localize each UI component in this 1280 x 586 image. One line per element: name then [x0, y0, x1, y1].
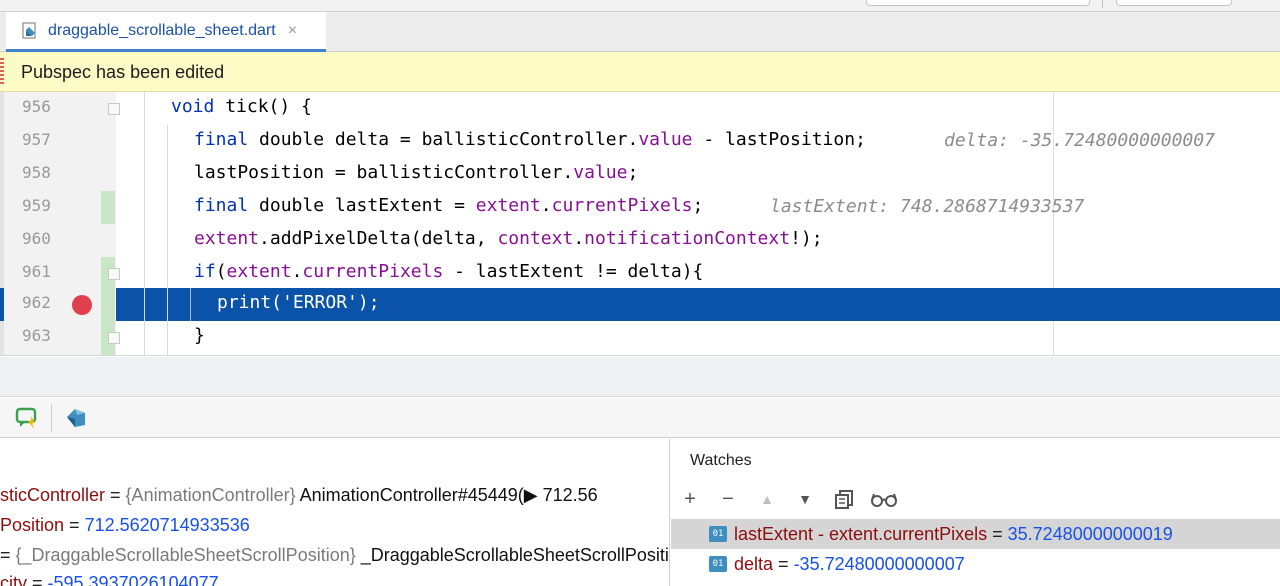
variable-row[interactable]: = {_DraggableScrollableSheetScrollPositi…	[0, 545, 670, 575]
code-text: lastPosition = ballisticController.value…	[194, 162, 639, 183]
code-line-957[interactable]: 957 final double delta = ballisticContro…	[0, 125, 1280, 158]
code-text: final double lastExtent = extent.current…	[194, 195, 704, 216]
code-line-962-current-execution[interactable]: 962 print('ERROR');	[0, 288, 1280, 321]
hot-reload-icon[interactable]	[14, 406, 40, 430]
dart-devtools-icon[interactable]	[63, 405, 89, 431]
code-text: print('ERROR');	[217, 292, 380, 313]
watches-panel[interactable]: Watches + − ▲ ▼ 01 lastExtent - extent.c…	[671, 439, 1280, 586]
code-line-961[interactable]: 961 if(extent.currentPixels - lastExtent…	[0, 257, 1280, 290]
code-line-959[interactable]: 959 final double lastExtent = extent.cur…	[0, 191, 1280, 224]
variable-value: AnimationController#45449(▶ 712.56	[295, 485, 598, 505]
code-line-958[interactable]: 958 lastPosition = ballisticController.v…	[0, 158, 1280, 191]
banner-edge	[0, 58, 4, 86]
variable-value: -595.3937026104077	[47, 573, 219, 586]
indent-guide	[144, 92, 145, 355]
move-down-icon[interactable]: ▼	[793, 487, 817, 511]
variable-equals: =	[105, 485, 126, 505]
line-number: 960	[22, 229, 51, 248]
line-number: 961	[22, 262, 51, 281]
fold-marker-icon[interactable]	[108, 103, 120, 115]
remove-watch-icon[interactable]: −	[716, 487, 740, 511]
run-config-selector[interactable]	[866, 0, 1090, 6]
glasses-icon[interactable]	[870, 487, 898, 511]
dart-file-icon	[22, 21, 36, 39]
tab-draggable-scrollable-sheet[interactable]: draggable_scrollable_sheet.dart ×	[6, 12, 326, 52]
code-line-963[interactable]: 963 }	[0, 321, 1280, 354]
banner-text: Pubspec has been edited	[21, 62, 225, 82]
code-text: void tick() {	[171, 96, 312, 117]
inline-debug-value: lastExtent: 748.2868714933537	[770, 196, 1085, 217]
variable-value: _DraggableScrollableSheetScrollPosition	[355, 545, 670, 565]
copy-icon[interactable]	[832, 487, 856, 511]
toolbar-separator	[1102, 0, 1103, 8]
variable-name: sticController	[0, 485, 106, 505]
vcs-change-marker[interactable]	[101, 191, 115, 224]
watch-type-badge-icon: 01	[709, 556, 727, 572]
variable-value: 712.5620714933536	[84, 515, 250, 535]
line-number: 962	[22, 293, 51, 312]
move-up-icon[interactable]: ▲	[755, 487, 779, 511]
panel-divider-band	[0, 357, 1280, 397]
pubspec-notification-banner: Pubspec has been edited	[0, 52, 1280, 92]
variables-panel[interactable]: sticController = {AnimationController} A…	[0, 439, 670, 586]
device-selector[interactable]	[1116, 0, 1232, 6]
line-number: 958	[22, 163, 51, 182]
variable-equals: =	[27, 573, 48, 586]
variable-row[interactable]: city = -595.3937026104077	[0, 573, 219, 586]
watch-text: lastExtent - extent.currentPixels = 35.7…	[734, 524, 1173, 544]
code-text: final double delta = ballisticController…	[194, 129, 866, 150]
indent-guide	[167, 125, 168, 355]
fold-marker-icon[interactable]	[108, 332, 120, 344]
code-line-956[interactable]: 956 void tick() {	[0, 92, 1280, 125]
vcs-change-marker	[101, 288, 115, 321]
inline-debug-value: delta: -35.72480000000007	[944, 130, 1215, 151]
code-line-960[interactable]: 960 extent.addPixelDelta(delta, context.…	[0, 224, 1280, 257]
top-toolbar-strip	[0, 0, 1280, 12]
watch-row-selected[interactable]: 01 lastExtent - extent.currentPixels = 3…	[671, 519, 1280, 549]
watches-title: Watches	[690, 452, 752, 469]
watch-type-badge-icon: 01	[709, 526, 727, 542]
close-tab-icon[interactable]: ×	[288, 22, 297, 40]
variable-type: {AnimationController}	[125, 485, 296, 505]
code-text: extent.addPixelDelta(delta, context.noti…	[194, 228, 823, 249]
fold-marker-icon[interactable]	[108, 268, 120, 280]
code-text: }	[194, 325, 205, 346]
tab-label: draggable_scrollable_sheet.dart	[48, 21, 276, 39]
exec-gutter	[4, 288, 116, 321]
variable-type: {_DraggableScrollableSheetScrollPosition…	[15, 545, 356, 565]
watches-toolbar: + − ▲ ▼	[671, 483, 1280, 515]
watch-text: delta = -35.72480000000007	[734, 554, 965, 574]
add-watch-icon[interactable]: +	[678, 487, 702, 511]
code-editor[interactable]: 956 void tick() { 957 final double delta…	[0, 92, 1280, 356]
variable-row[interactable]: sticController = {AnimationController} A…	[0, 485, 598, 515]
line-number: 963	[22, 326, 51, 345]
breakpoint-icon[interactable]	[72, 295, 92, 315]
variable-name: city	[0, 573, 27, 586]
editor-tab-bar: draggable_scrollable_sheet.dart ×	[0, 12, 1280, 52]
variable-equals: =	[0, 545, 16, 565]
line-number: 956	[22, 97, 51, 116]
variable-row[interactable]: Position = 712.5620714933536	[0, 515, 250, 545]
debug-toolbar	[0, 398, 1280, 438]
toolbar-separator	[51, 404, 52, 432]
line-number: 959	[22, 196, 51, 215]
watch-row[interactable]: 01 delta = -35.72480000000007	[671, 549, 1280, 579]
indent-guide	[190, 288, 191, 321]
variable-name: Position	[0, 515, 65, 535]
code-text: if(extent.currentPixels - lastExtent != …	[194, 261, 704, 282]
variable-equals: =	[64, 515, 85, 535]
line-number: 957	[22, 130, 51, 149]
